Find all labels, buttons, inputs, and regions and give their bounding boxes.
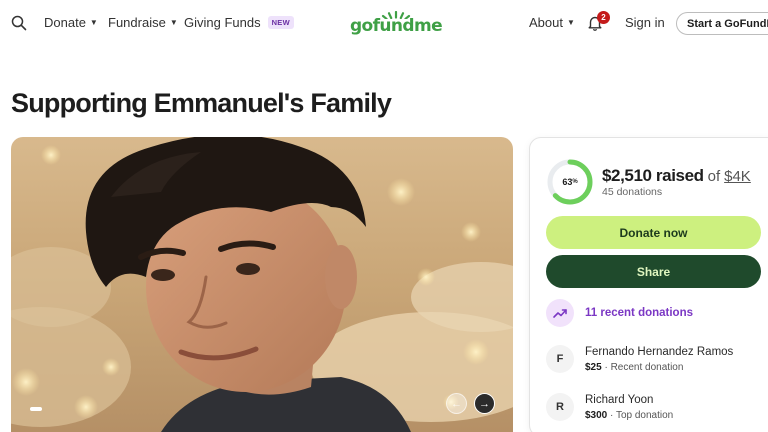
arrow-left-icon[interactable]: ← xyxy=(446,393,467,414)
donor-tag: Top donation xyxy=(615,410,674,421)
caret-down-icon: ▼ xyxy=(566,17,575,27)
donor-meta: $300 · Top donation xyxy=(585,410,674,421)
nav-giving-funds[interactable]: Giving Funds NEW xyxy=(184,15,294,30)
nav-fundraise[interactable]: Fundraise ▼ xyxy=(108,15,178,30)
share-button[interactable]: Share xyxy=(546,255,761,288)
raised-amount: $2,510 raised xyxy=(602,166,704,185)
portrait-illustration xyxy=(11,137,513,432)
donor-avatar: R xyxy=(546,393,574,421)
donation-count: 45 donations xyxy=(602,186,663,198)
nav-giving-funds-label: Giving Funds xyxy=(184,15,261,30)
nav-about[interactable]: About ▼ xyxy=(529,15,575,30)
raised-of-label: of xyxy=(707,168,721,185)
donor-amount: $25 xyxy=(585,362,602,373)
notification-count-badge: 2 xyxy=(597,11,610,24)
caret-down-icon: ▼ xyxy=(89,17,98,27)
new-badge: NEW xyxy=(267,16,294,29)
logo-wordmark: gofundme xyxy=(349,16,443,36)
carousel-indicator[interactable] xyxy=(30,407,42,411)
start-gofundme-button[interactable]: Start a GoFundMe xyxy=(676,12,768,35)
search-icon[interactable] xyxy=(11,15,27,31)
page-title: Supporting Emmanuel's Family xyxy=(11,88,392,118)
donor-avatar: F xyxy=(546,345,574,373)
sign-in-link[interactable]: Sign in xyxy=(625,15,665,30)
donor-meta: $25 · Recent donation xyxy=(585,362,684,373)
trending-up-icon xyxy=(546,299,574,327)
donor-amount: $300 xyxy=(585,410,608,421)
donor-tag: Recent donation xyxy=(610,362,684,373)
percent-sign: % xyxy=(572,179,578,185)
gofundme-logo[interactable]: gofundme xyxy=(350,11,443,37)
donor-name: Richard Yoon xyxy=(585,394,654,406)
nav-about-label: About xyxy=(529,15,563,30)
progress-percent: 63% xyxy=(546,158,594,206)
progress-percent-value: 63 xyxy=(562,177,573,187)
campaign-photo[interactable]: ← → xyxy=(11,137,513,432)
recent-donations-link[interactable]: 11 recent donations xyxy=(585,307,693,319)
donate-now-button[interactable]: Donate now xyxy=(546,216,761,249)
top-navigation: Donate ▼ Fundraise ▼ Giving Funds NEW go… xyxy=(0,0,768,46)
donation-card: 63% $2,510 raised of $4K 45 donations Do… xyxy=(529,137,768,432)
caret-down-icon: ▼ xyxy=(169,17,178,27)
nav-fundraise-label: Fundraise xyxy=(108,15,166,30)
raised-summary: $2,510 raised of $4K xyxy=(602,166,751,186)
nav-donate[interactable]: Donate ▼ xyxy=(44,15,98,30)
goal-amount[interactable]: $4K xyxy=(724,168,751,185)
arrow-right-icon[interactable]: → xyxy=(474,393,495,414)
donor-name: Fernando Hernandez Ramos xyxy=(585,346,734,358)
nav-donate-label: Donate xyxy=(44,15,86,30)
